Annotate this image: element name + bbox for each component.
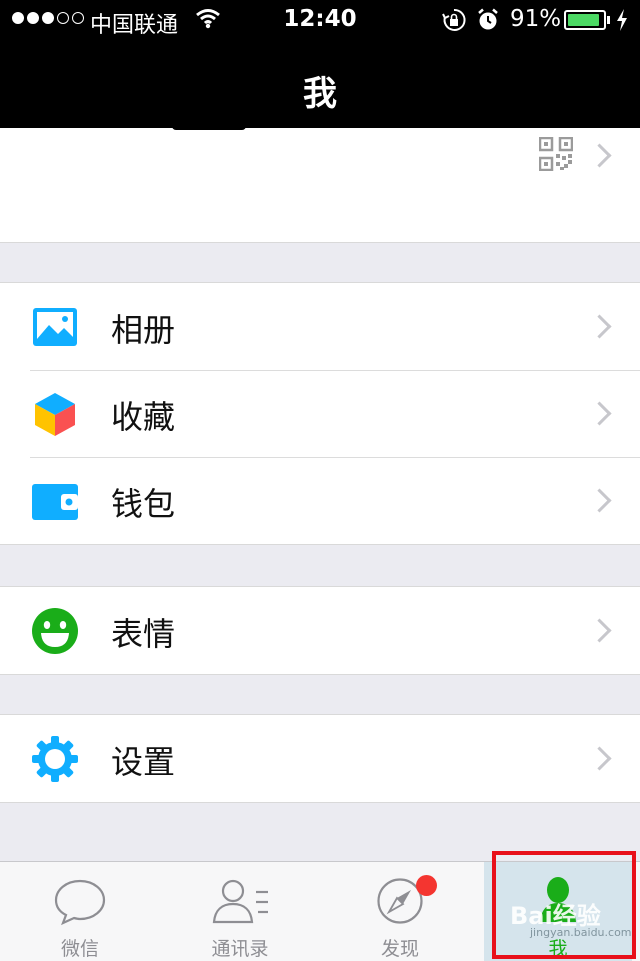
battery-level-fill — [568, 14, 599, 26]
chevron-right-icon — [587, 401, 612, 426]
menu-group-2: 表情 — [0, 586, 640, 675]
tab-chats[interactable]: 微信 — [0, 862, 160, 961]
menu-item-label: 相册 — [111, 311, 176, 349]
tab-label: 通讯录 — [211, 938, 269, 960]
navigation-bar: 我 — [0, 40, 640, 128]
chevron-right-icon — [587, 746, 612, 771]
menu-item-label: 钱包 — [111, 485, 176, 523]
chevron-right-icon — [587, 618, 612, 643]
tab-contacts[interactable]: 通讯录 — [160, 862, 320, 961]
battery-icon — [564, 10, 610, 30]
battery-nub — [607, 16, 610, 24]
rotation-lock-icon — [442, 8, 466, 38]
chevron-right-icon — [587, 314, 612, 339]
discover-badge — [416, 875, 437, 896]
charging-bolt-icon — [616, 9, 628, 37]
favorites-cube-icon — [31, 390, 79, 438]
menu-item-favorites[interactable]: 收藏 — [0, 370, 640, 457]
tab-discover[interactable]: 发现 — [320, 862, 480, 961]
chat-bubble-icon — [54, 879, 106, 926]
settings-gear-icon — [31, 735, 79, 783]
tab-label: 微信 — [60, 938, 99, 960]
contacts-icon — [212, 879, 268, 924]
status-bar: 中国联通 12:40 91% — [0, 0, 640, 40]
menu-item-wallet[interactable]: 钱包 — [0, 457, 640, 544]
profile-name-remnant — [172, 122, 246, 130]
chevron-right-icon — [587, 143, 612, 168]
highlight-box — [492, 851, 636, 959]
menu-item-album[interactable]: 相册 — [0, 283, 640, 370]
profile-cell[interactable] — [0, 122, 640, 243]
photo-album-icon — [31, 303, 79, 351]
menu-item-stickers[interactable]: 表情 — [0, 587, 640, 674]
alarm-icon — [477, 8, 499, 38]
smiley-icon — [31, 607, 79, 655]
menu-item-label: 表情 — [111, 615, 176, 653]
page-title: 我 — [303, 74, 337, 114]
tab-label: 发现 — [380, 938, 419, 960]
menu-group-3: 设置 — [0, 714, 640, 803]
menu-item-settings[interactable]: 设置 — [0, 715, 640, 802]
chevron-right-icon — [587, 488, 612, 513]
menu-group-1: 相册 收藏 钱包 — [0, 282, 640, 545]
battery-percent: 91% — [510, 6, 562, 32]
menu-item-label: 收藏 — [111, 398, 176, 436]
qr-code-icon[interactable] — [538, 136, 574, 175]
wallet-icon — [31, 477, 79, 525]
menu-item-label: 设置 — [111, 743, 176, 781]
